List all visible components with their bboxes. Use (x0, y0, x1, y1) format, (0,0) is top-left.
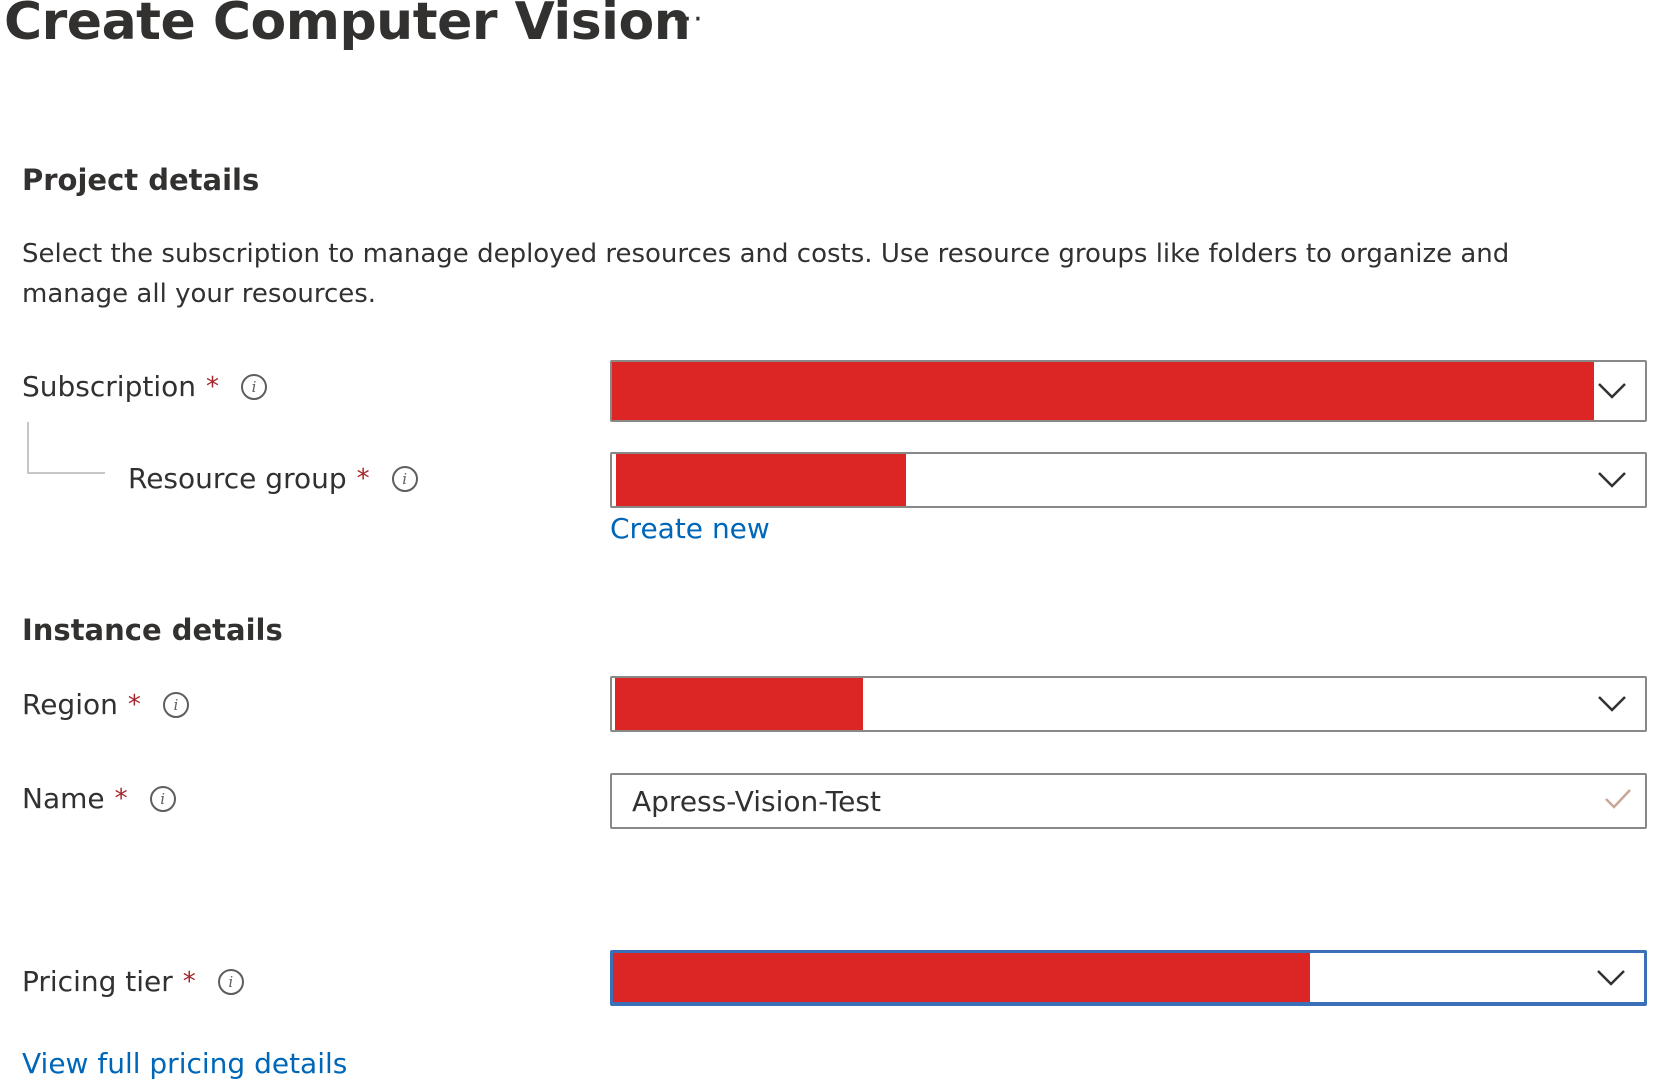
name-label: Name * i (22, 782, 176, 815)
required-indicator: * (127, 689, 141, 720)
subscription-label: Subscription * i (22, 370, 267, 403)
info-icon[interactable]: i (217, 968, 244, 995)
pricing-tier-dropdown[interactable] (610, 950, 1647, 1006)
subscription-label-text: Subscription (22, 370, 196, 403)
info-icon[interactable]: i (240, 373, 267, 400)
project-details-heading: Project details (22, 163, 260, 197)
required-indicator: * (114, 783, 128, 814)
name-label-text: Name (22, 782, 105, 815)
create-new-link[interactable]: Create new (610, 512, 770, 545)
redacted-value (615, 678, 863, 730)
resource-group-label-text: Resource group (128, 462, 347, 495)
info-icon[interactable]: i (162, 691, 189, 718)
subscription-dropdown[interactable] (610, 360, 1647, 422)
chevron-down-icon (1598, 383, 1626, 399)
chevron-down-icon (1598, 696, 1626, 712)
region-label-text: Region (22, 688, 118, 721)
tree-connector (27, 422, 105, 474)
checkmark-icon (1605, 789, 1631, 809)
required-indicator: * (205, 371, 219, 402)
resource-group-dropdown[interactable] (610, 452, 1647, 508)
info-icon[interactable]: i (149, 785, 176, 812)
redacted-value (613, 953, 1310, 1002)
region-dropdown[interactable] (610, 676, 1647, 732)
chevron-down-icon (1597, 969, 1625, 986)
page-title: Create Computer Vision (4, 0, 691, 52)
info-icon[interactable]: i (391, 465, 418, 492)
redacted-value (612, 362, 1594, 420)
instance-details-heading: Instance details (22, 613, 283, 647)
resource-group-label: Resource group * i (128, 462, 418, 495)
view-pricing-details-link[interactable]: View full pricing details (22, 1047, 347, 1080)
redacted-value (616, 454, 906, 506)
required-indicator: * (356, 463, 370, 494)
more-options-icon[interactable]: ··· (672, 2, 704, 37)
project-details-description: Select the subscription to manage deploy… (22, 239, 1510, 309)
pricing-tier-label: Pricing tier * i (22, 965, 244, 998)
required-indicator: * (182, 966, 196, 997)
pricing-tier-label-text: Pricing tier (22, 965, 173, 998)
name-input[interactable] (610, 773, 1647, 829)
region-label: Region * i (22, 688, 189, 721)
chevron-down-icon (1598, 472, 1626, 488)
